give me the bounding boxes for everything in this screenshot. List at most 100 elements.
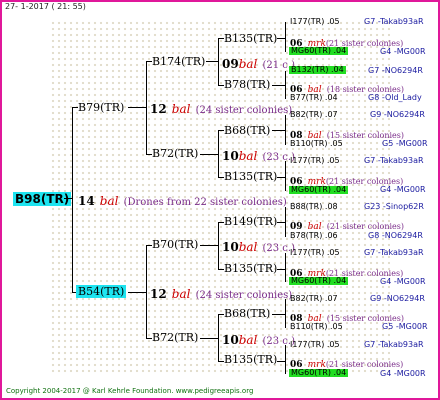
gen2-node-1[interactable]: B72(TR): [152, 148, 198, 159]
connector: [218, 222, 219, 269]
connector: [218, 38, 224, 39]
connector: [200, 245, 218, 246]
gen4-node-7[interactable]: MG60(TR) .04: [289, 186, 349, 194]
connector: [128, 292, 146, 293]
gen2-node-2[interactable]: B70(TR): [152, 239, 198, 250]
gen1-node-1[interactable]: B54(TR): [76, 285, 127, 298]
gen4-ref-10: G7 -Takab93aR: [364, 248, 424, 257]
gen4-node-2[interactable]: B132(TR) .04: [289, 66, 346, 74]
gen4-ref-6: G7 -Takab93aR: [364, 156, 424, 165]
gen2-num-1: 10: [222, 149, 239, 163]
connector: [277, 222, 285, 223]
gen4-node-15[interactable]: MG60(TR) .04: [289, 369, 349, 377]
gen4-ref-15: G4 -MG00R: [380, 369, 426, 378]
gen4-ref-14: G7 -Takab93aR: [364, 340, 424, 349]
gen4-node-4[interactable]: B82(TR) .07: [290, 111, 338, 119]
gen4-ref-8: G23 -Sinop62R: [364, 202, 424, 211]
connector: [285, 22, 286, 52]
gen1-info-0: 12 bal (24 sister colonies): [150, 100, 292, 116]
gen3-info-4: 09 bal (21 sister colonies): [290, 216, 404, 232]
connector: [146, 61, 152, 62]
gen2-unit-3: bal: [238, 333, 258, 347]
gen2-node-3[interactable]: B72(TR): [152, 332, 198, 343]
copyright: Copyright 2004-2017 @ Karl Kehrle Founda…: [6, 387, 254, 395]
gen2-node-0[interactable]: B174(TR): [152, 56, 205, 67]
gen3-node-0[interactable]: B135(TR): [224, 33, 277, 44]
connector: [146, 245, 152, 246]
gen3-node-6[interactable]: B68(TR): [224, 308, 270, 319]
connector: [277, 38, 285, 39]
gen1-num-0: 12: [150, 102, 167, 116]
gen4-ref-2: G7 -NO6294R: [368, 66, 423, 75]
connector: [218, 130, 224, 131]
timestamp: 27- 1-2017 ( 21: 55): [5, 2, 86, 11]
root-drone-info: 14 bal (Drones from 22 sister colonies): [78, 192, 287, 208]
connector: [218, 269, 224, 270]
connector: [272, 130, 285, 131]
gen4-node-12[interactable]: B82(TR) .07: [290, 295, 338, 303]
gen4-node-10[interactable]: I177(TR) .05: [290, 249, 340, 257]
gen2-info-0: 09bal (21 c.): [222, 55, 295, 71]
gen2-unit-0: bal: [238, 57, 258, 71]
gen1-note-0: (24 sister colonies): [195, 105, 293, 116]
connector: [218, 85, 224, 86]
gen1-unit-0: bal: [171, 102, 191, 116]
gen3-node-1[interactable]: B78(TR): [224, 79, 270, 90]
connector: [218, 222, 224, 223]
root-num: 14: [78, 194, 95, 208]
gen4-node-1[interactable]: MG60(TR) .04: [289, 47, 349, 55]
gen1-info-1: 12 bal (24 sister colonies): [150, 285, 292, 301]
connector: [285, 253, 286, 282]
gen1-node-0[interactable]: B79(TR): [78, 102, 124, 113]
connector: [72, 107, 73, 292]
connector: [200, 338, 218, 339]
gen4-ref-9: G8 -NO6294R: [368, 231, 423, 240]
gen2-info-2: 10bal (23 c.): [222, 238, 295, 254]
gen4-ref-3: G8 -Old_Lady: [368, 93, 422, 102]
gen4-node-13[interactable]: B110(TR) .05: [290, 323, 343, 331]
gen2-unit-2: bal: [238, 240, 258, 254]
gen4-ref-0: G7 -Takab93aR: [364, 17, 424, 26]
connector: [218, 177, 224, 178]
gen4-node-11[interactable]: MG60(TR) .04: [289, 277, 349, 285]
connector: [146, 61, 147, 154]
gen4-ref-1: G4 -MG00R: [380, 47, 426, 56]
connector: [72, 292, 76, 293]
connector: [200, 154, 218, 155]
gen4-node-0[interactable]: I177(TR) .05: [290, 18, 340, 26]
gen3-node-3[interactable]: B135(TR): [224, 171, 277, 182]
connector: [206, 61, 218, 62]
connector: [218, 38, 219, 85]
gen3-note-4: (21 sister colonies): [326, 222, 405, 231]
gen4-node-5[interactable]: B110(TR) .05: [290, 140, 343, 148]
gen4-ref-4: G9 -NO6294R: [370, 110, 425, 119]
gen4-ref-11: G4 -MG00R: [380, 277, 426, 286]
gen4-node-14[interactable]: I177(TR) .05: [290, 341, 340, 349]
gen3-node-4[interactable]: B149(TR): [224, 216, 277, 227]
connector: [285, 299, 286, 328]
gen4-node-9[interactable]: B78(TR) .06: [290, 232, 338, 240]
connector: [218, 314, 219, 361]
connector: [272, 314, 285, 315]
gen4-node-6[interactable]: I177(TR) .05: [290, 157, 340, 165]
connector: [128, 107, 146, 108]
gen2-num-0: 09: [222, 57, 239, 71]
connector: [218, 361, 224, 362]
gen3-node-5[interactable]: B135(TR): [224, 263, 277, 274]
gen3-node-7[interactable]: B135(TR): [224, 354, 277, 365]
connector: [72, 107, 78, 108]
connector: [285, 345, 286, 374]
gen1-note-1: (24 sister colonies): [195, 290, 293, 301]
gen3-node-2[interactable]: B68(TR): [224, 125, 270, 136]
root-queen[interactable]: B98(TR): [13, 192, 72, 206]
gen1-unit-1: bal: [171, 287, 191, 301]
connector: [277, 269, 285, 270]
root-unit: bal: [99, 194, 119, 208]
connector: [285, 71, 286, 99]
gen2-unit-1: bal: [238, 149, 258, 163]
gen4-node-3[interactable]: B77(TR) .04: [290, 94, 338, 102]
gen4-ref-5: G5 -MG00R: [382, 139, 428, 148]
gen1-num-1: 12: [150, 287, 167, 301]
gen4-node-8[interactable]: B88(TR) .08: [290, 203, 338, 211]
connector: [146, 338, 152, 339]
